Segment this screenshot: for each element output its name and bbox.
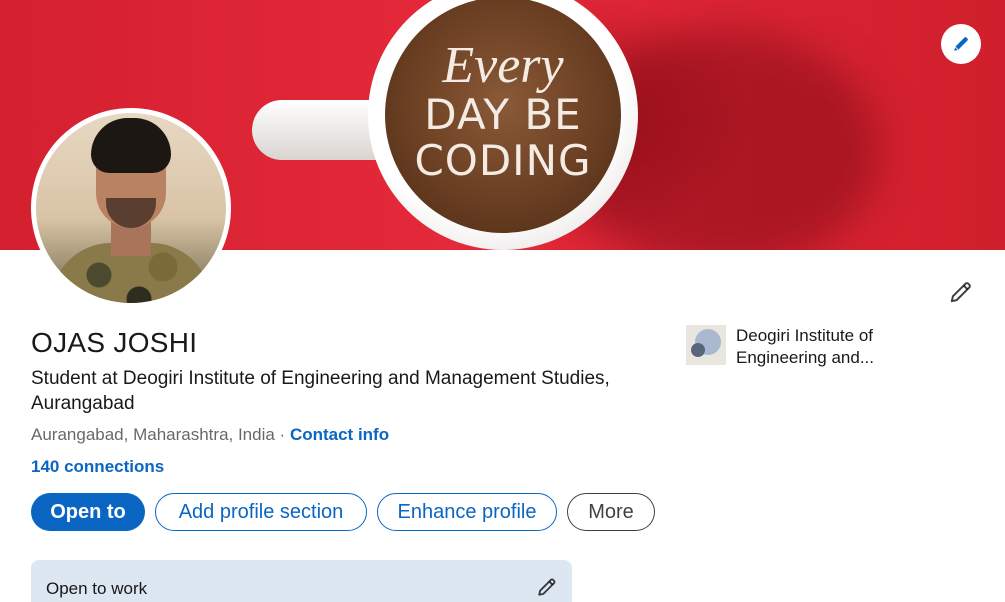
banner-text-line3: CODING — [414, 136, 592, 185]
edit-intro-button[interactable] — [946, 277, 976, 307]
profile-photo[interactable] — [31, 108, 231, 308]
open-to-work-card: Open to work — [31, 560, 572, 602]
open-to-work-title: Open to work — [46, 579, 148, 598]
more-button[interactable]: More — [567, 493, 655, 531]
education-org[interactable]: Deogiri Institute of Engineering and... — [686, 325, 906, 369]
connections-link[interactable]: 140 connections — [31, 457, 164, 477]
pencil-icon — [538, 578, 556, 596]
add-profile-section-button[interactable]: Add profile section — [155, 493, 367, 531]
profile-location: Aurangabad, Maharashtra, India — [31, 425, 275, 444]
avatar-image — [36, 113, 226, 303]
location-line: Aurangabad, Maharashtra, India · Contact… — [31, 425, 389, 445]
profile-card: Every DAY BE CODING OJAS JOSHI Student a… — [0, 0, 1005, 602]
pencil-icon — [950, 282, 971, 303]
banner-coffee-art: Every DAY BE CODING — [385, 0, 621, 233]
pencil-icon — [954, 37, 968, 51]
separator-dot: · — [274, 425, 290, 444]
enhance-profile-button[interactable]: Enhance profile — [377, 493, 557, 531]
org-logo-shape-2 — [691, 343, 705, 357]
profile-name: OJAS JOSHI — [31, 327, 198, 358]
contact-info-link[interactable]: Contact info — [290, 425, 389, 444]
org-name: Deogiri Institute of Engineering and... — [736, 326, 874, 367]
edit-banner-button[interactable] — [941, 24, 981, 64]
avatar-hair — [91, 118, 171, 173]
banner-text-line1: Every — [442, 37, 564, 94]
org-logo — [686, 325, 726, 365]
banner-text-line2: DAY BE — [424, 90, 582, 139]
profile-headline: Student at Deogiri Institute of Engineer… — [31, 368, 610, 414]
open-to-button[interactable]: Open to — [31, 493, 145, 531]
edit-open-to-work-button[interactable] — [534, 574, 560, 600]
